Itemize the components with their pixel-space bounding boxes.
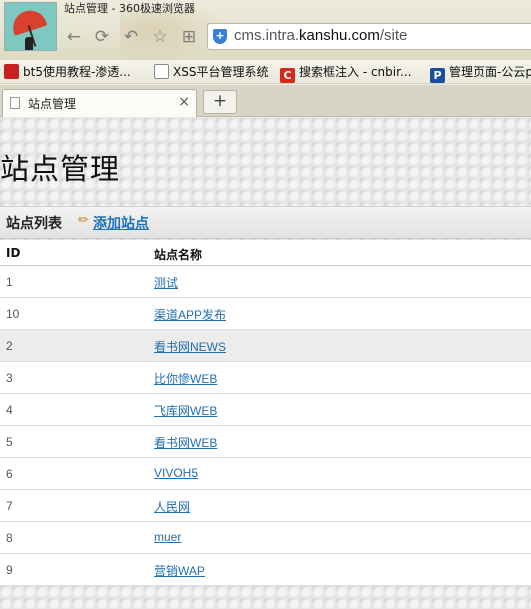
site-id: 9 — [6, 563, 13, 577]
table-row: 3 比你慘WEB — [0, 362, 531, 394]
address-url[interactable]: cms.intra.kanshu.com/site — [234, 27, 407, 44]
site-list-header: 站点列表 ✏ 添加站点 — [0, 206, 531, 239]
site-table: ID 站点名称 1 测试 10 渠道APP发布 2 看书网NEWS 3 比你慘WEB 4 飞库网W… — [0, 240, 531, 586]
grid-icon[interactable]: ⊞ — [179, 27, 199, 47]
bookmark-item[interactable]: bt5使用教程-渗透... — [4, 63, 131, 81]
umbrella-icon — [8, 6, 48, 36]
bookmark-icon: C — [280, 68, 295, 83]
tab-strip: 站点管理 × + — [0, 85, 531, 117]
site-id: 5 — [6, 435, 13, 449]
bookmark-item[interactable]: XSS平台管理系统 — [154, 63, 268, 81]
table-row: 5 看书网WEB — [0, 426, 531, 458]
table-header: ID 站点名称 — [0, 240, 531, 266]
site-name-link[interactable]: 渠道APP发布 — [154, 306, 226, 323]
table-row: 1 测试 — [0, 266, 531, 298]
refresh-icon[interactable]: ⟳ — [92, 27, 112, 47]
back-icon[interactable]: ← — [64, 27, 84, 47]
page-icon — [154, 64, 169, 79]
bookmark-item[interactable]: P 管理页面-公云p — [430, 63, 531, 83]
column-header-name: 站点名称 — [154, 248, 203, 262]
bookmark-item[interactable]: C 搜索框注入 - cnbir... — [280, 63, 411, 83]
table-row: 10 渠道APP发布 — [0, 298, 531, 330]
undo-icon[interactable]: ↶ — [121, 27, 141, 47]
site-name-link[interactable]: VIVOH5 — [154, 466, 198, 480]
table-row: 7 人民网 — [0, 490, 531, 522]
bookmark-icon — [4, 64, 19, 79]
address-bar[interactable]: + cms.intra.kanshu.com/site — [207, 23, 531, 50]
column-header-id: ID — [6, 246, 21, 260]
window-title: 站点管理 - 360极速浏览器 — [64, 2, 195, 15]
bookmark-icon: P — [430, 68, 445, 83]
table-row: 4 飞库网WEB — [0, 394, 531, 426]
table-row: 9 营销WAP — [0, 554, 531, 586]
site-list-label: 站点列表 — [6, 216, 62, 232]
site-id: 8 — [6, 531, 13, 545]
site-id: 4 — [6, 403, 13, 417]
bookmarks-bar: bt5使用教程-渗透... XSS平台管理系统 C 搜索框注入 - cnbir..… — [0, 60, 531, 84]
site-name-link[interactable]: 飞库网WEB — [154, 402, 217, 419]
site-name-link[interactable]: 人民网 — [154, 498, 190, 515]
user-avatar[interactable] — [4, 2, 57, 51]
site-id: 2 — [6, 339, 13, 353]
site-name-link[interactable]: 营销WAP — [154, 562, 205, 579]
table-row: 6 VIVOH5 — [0, 458, 531, 490]
pencil-icon: ✏ — [78, 213, 89, 228]
site-id: 10 — [6, 307, 20, 321]
page-icon — [10, 97, 20, 109]
site-id: 6 — [6, 467, 13, 481]
tab-site-management[interactable]: 站点管理 × — [2, 89, 197, 117]
site-name-link[interactable]: 看书网WEB — [154, 434, 217, 451]
close-icon[interactable]: × — [178, 94, 190, 110]
site-id: 1 — [6, 275, 13, 289]
site-id: 3 — [6, 371, 13, 385]
site-name-link[interactable]: 看书网NEWS — [154, 338, 226, 355]
browser-titlebar: 站点管理 - 360极速浏览器 ← ⟳ ↶ ☆ ⊞ + cms.intra.ka… — [0, 0, 531, 60]
page-content: 站点管理 站点列表 ✏ 添加站点 ID 站点名称 1 测试 10 渠道APP发布 2 看书… — [0, 118, 531, 609]
shield-icon: + — [213, 29, 227, 44]
page-title: 站点管理 — [0, 152, 121, 186]
table-row: 2 看书网NEWS — [0, 330, 531, 362]
site-name-link[interactable]: 测试 — [154, 274, 178, 291]
site-id: 7 — [6, 499, 13, 513]
site-name-link[interactable]: 比你慘WEB — [154, 370, 217, 387]
add-site-link[interactable]: 添加站点 — [93, 213, 149, 233]
site-name-link[interactable]: muer — [154, 530, 181, 544]
star-icon[interactable]: ☆ — [150, 27, 170, 47]
tab-label: 站点管理 — [28, 97, 77, 111]
new-tab-button[interactable]: + — [203, 90, 237, 114]
table-row: 8 muer — [0, 522, 531, 554]
